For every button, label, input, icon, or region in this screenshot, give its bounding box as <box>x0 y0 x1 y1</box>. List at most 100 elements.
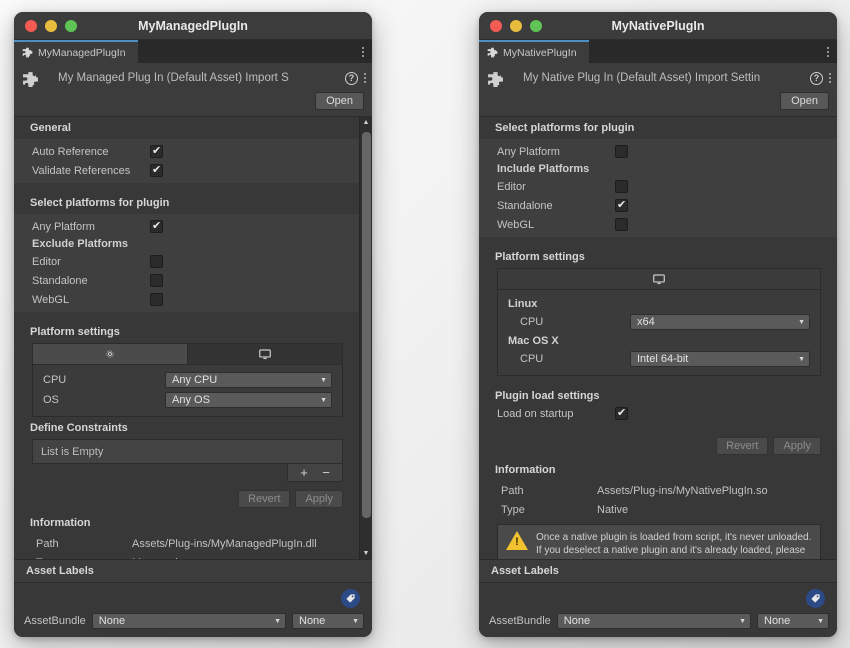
list-controls: + − <box>32 464 343 482</box>
dropdown-cpu[interactable]: Any CPU ▼ <box>165 372 332 388</box>
assetbundle-dropdown[interactable]: None ▼ <box>91 613 286 629</box>
minimize-button[interactable] <box>510 19 522 32</box>
add-constraint-button[interactable]: + <box>294 465 314 480</box>
dropdown-mac-cpu[interactable]: Intel 64-bit ▼ <box>630 351 810 367</box>
row-editor[interactable]: Editor <box>479 177 837 196</box>
chevron-down-icon: ▼ <box>352 617 359 625</box>
row-standalone[interactable]: Standalone <box>479 196 837 215</box>
checkbox-webgl[interactable] <box>150 293 163 306</box>
platform-tab-standalone[interactable] <box>498 269 820 289</box>
assetbundle-variant-dropdown[interactable]: None ▼ <box>757 613 829 629</box>
dropdown-linux-cpu[interactable]: x64 ▼ <box>630 314 810 330</box>
tab-overflow-menu[interactable] <box>827 40 829 63</box>
assetbundle-variant-value: None <box>764 615 791 627</box>
vertical-scrollbar[interactable]: ▲ ▼ <box>359 117 372 559</box>
asset-labels-body <box>14 583 372 613</box>
tag-icon[interactable] <box>806 588 825 608</box>
row-load-on-startup[interactable]: Load on startup <box>479 404 837 423</box>
plugin-puzzle-icon <box>22 71 39 88</box>
row-standalone[interactable]: Standalone <box>14 271 359 290</box>
tab-label: MyManagedPlugIn <box>38 46 126 59</box>
tab-myManagedPlugIn[interactable]: MyManagedPlugIn <box>14 40 138 63</box>
dropdown-os[interactable]: Any OS ▼ <box>165 392 332 408</box>
puzzle-piece-icon <box>487 47 498 58</box>
apply-button[interactable]: Apply <box>773 437 821 455</box>
inspector-body: General Auto Reference Validate Referenc… <box>14 117 372 559</box>
checkbox-load-on-startup[interactable] <box>615 406 628 420</box>
row-webgl[interactable]: WebGL <box>14 290 359 309</box>
checkbox-any-platform[interactable] <box>150 219 163 233</box>
row-validate-references[interactable]: Validate References <box>14 161 359 180</box>
action-buttons: Revert Apply <box>479 437 821 455</box>
checkbox-auto-reference[interactable] <box>150 144 163 158</box>
row-linux-cpu: CPU x64 ▼ <box>498 312 820 332</box>
titlebar[interactable]: MyManagedPlugIn <box>14 12 372 40</box>
row-editor[interactable]: Editor <box>14 252 359 271</box>
chevron-down-icon: ▼ <box>320 396 327 404</box>
inspector-kebab-icon[interactable] <box>364 73 366 83</box>
info-key-path: Path <box>36 537 59 550</box>
checkbox-editor[interactable] <box>615 180 628 193</box>
scroll-down-arrow-icon[interactable]: ▼ <box>363 548 370 559</box>
label-standalone: Standalone <box>32 274 88 287</box>
label-os: OS <box>43 394 59 406</box>
row-any-platform[interactable]: Any Platform <box>14 217 359 236</box>
titlebar[interactable]: MyNativePlugIn <box>479 12 837 40</box>
checkbox-validate-references[interactable] <box>150 163 163 177</box>
monitor-icon <box>652 273 666 286</box>
checkbox-webgl[interactable] <box>615 218 628 231</box>
label-linux-cpu: CPU <box>520 316 544 328</box>
maximize-button[interactable] <box>530 19 542 32</box>
tab-myNativePlugIn[interactable]: MyNativePlugIn <box>479 40 589 63</box>
help-icon[interactable]: ? <box>810 71 823 85</box>
revert-button[interactable]: Revert <box>716 437 769 455</box>
help-icon[interactable]: ? <box>345 71 358 85</box>
minimize-button[interactable] <box>45 19 57 32</box>
tag-icon[interactable] <box>341 588 360 608</box>
close-button[interactable] <box>490 19 502 32</box>
close-button[interactable] <box>25 19 37 32</box>
tab-overflow-menu[interactable] <box>362 40 364 63</box>
remove-constraint-button[interactable]: − <box>316 465 336 480</box>
assetbundle-label: AssetBundle <box>24 615 86 627</box>
traffic-lights <box>479 19 542 32</box>
revert-button[interactable]: Revert <box>238 490 291 508</box>
maximize-button[interactable] <box>65 19 77 32</box>
checkbox-any-platform[interactable] <box>615 145 628 158</box>
asset-labels-heading: Asset Labels <box>14 560 372 583</box>
inspector-content: General Auto Reference Validate Referenc… <box>14 117 359 559</box>
open-button[interactable]: Open <box>315 92 364 110</box>
assetbundle-dropdown[interactable]: None ▼ <box>556 613 751 629</box>
row-any-platform[interactable]: Any Platform <box>479 142 837 161</box>
list-empty-text: List is Empty <box>41 445 104 458</box>
section-plugin-load-heading: Plugin load settings <box>495 390 600 402</box>
scrollbar-thumb[interactable] <box>361 132 371 519</box>
checkbox-standalone[interactable] <box>150 274 163 287</box>
platform-settings-body: CPU Any CPU ▼ OS Any OS ▼ <box>33 365 342 416</box>
inspector-kebab-icon[interactable] <box>829 73 831 83</box>
define-constraints-list[interactable]: List is Empty <box>32 439 343 464</box>
warning-triangle-icon <box>506 531 528 550</box>
window-managed-plugin: MyManagedPlugIn MyManagedPlugIn My Manag… <box>14 12 372 637</box>
row-webgl[interactable]: WebGL <box>479 215 837 234</box>
platform-tab-standalone[interactable] <box>188 344 342 364</box>
scrollbar-track[interactable] <box>360 128 373 548</box>
label-auto-reference: Auto Reference <box>32 145 109 158</box>
chevron-down-icon: ▼ <box>798 355 805 363</box>
open-button[interactable]: Open <box>780 92 829 110</box>
checkbox-standalone[interactable] <box>615 198 628 212</box>
info-key-path: Path <box>501 484 524 497</box>
section-platforms-heading: Select platforms for plugin <box>30 197 170 209</box>
label-standalone: Standalone <box>497 199 553 212</box>
row-auto-reference[interactable]: Auto Reference <box>14 142 359 161</box>
platform-tab-settings[interactable] <box>33 344 188 364</box>
scroll-up-arrow-icon[interactable]: ▲ <box>363 117 370 128</box>
inspector-header: My Native Plug In (Default Asset) Import… <box>479 63 837 117</box>
checkbox-editor[interactable] <box>150 255 163 268</box>
screenshot-stage: MyManagedPlugIn MyManagedPlugIn My Manag… <box>0 0 850 648</box>
assetbundle-variant-dropdown[interactable]: None ▼ <box>292 613 364 629</box>
apply-button[interactable]: Apply <box>295 490 343 508</box>
